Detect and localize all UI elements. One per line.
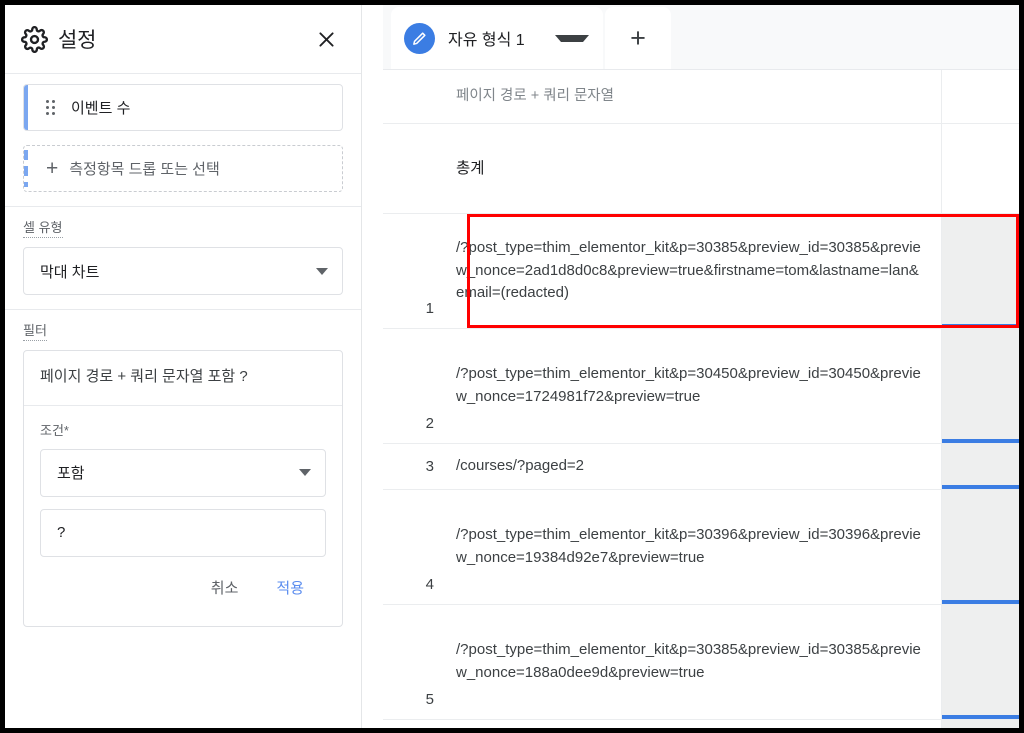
table-header-row: 페이지 경로 + 쿼리 문자열 [383,70,1019,124]
filter-section: 필터 페이지 경로 + 쿼리 문자열 포함 ? 조건* 포함 ? 취소 적용 [5,310,361,641]
metric-chip-event-count[interactable]: 이벤트 수 [23,84,343,131]
plus-icon: + [630,22,646,53]
header-index-cell [383,70,445,123]
apply-button[interactable]: 적용 [266,571,314,604]
add-tab-button[interactable]: + [605,7,671,69]
filter-body: 조건* 포함 ? 취소 적용 [24,406,342,626]
metric-bar [942,600,1019,604]
metric-dropzone[interactable]: + 측정항목 드롭 또는 선택 [23,145,343,192]
filter-actions: 취소 적용 [40,557,326,616]
cell-type-select[interactable]: 막대 차트 [23,247,343,295]
tab-free-form-1[interactable]: 자유 형식 1 [391,7,603,69]
metric-bar [942,324,1019,328]
page-title: 설정 [58,29,97,52]
report-table: 페이지 경로 + 쿼리 문자열 총계 1 /?post_type=thim_el… [383,69,1019,728]
metric-header-cell [941,70,1019,123]
drag-handle-icon[interactable] [46,99,58,116]
report-panel: 자유 형식 1 + 페이지 경로 + 쿼리 문자열 총계 1 /?post_ty… [383,5,1019,728]
row-index: 2 [425,415,434,432]
row-dimension-value[interactable]: /질문답변/?order_by=fn_pid&order_type=asc&vi… [445,720,941,728]
pencil-icon [404,22,435,54]
row-metric-cell [941,214,1019,328]
row-metric-cell [941,490,1019,604]
row-metric-cell [941,329,1019,443]
dropzone-accent-bar [24,150,28,187]
metric-dropzone-label: 측정항목 드롭 또는 선택 [69,161,220,178]
table-row[interactable]: 1 /?post_type=thim_elementor_kit&p=30385… [383,214,1019,329]
table-row[interactable]: 2 /?post_type=thim_elementor_kit&p=30450… [383,329,1019,444]
total-label: 총계 [456,159,485,177]
row-dimension-value[interactable]: /?post_type=thim_elementor_kit&p=30396&p… [445,490,941,604]
total-index-cell [383,124,445,213]
filter-summary-text[interactable]: 페이지 경로 + 쿼리 문자열 포함 ? [24,351,342,406]
table-row[interactable]: 3 /courses/?paged=2 [383,444,1019,490]
metric-accent-bar [24,85,28,130]
table-row[interactable]: 4 /?post_type=thim_elementor_kit&p=30396… [383,490,1019,605]
settings-panel: 설정 이벤트 수 + 측정항목 드롭 또는 선택 셀 유형 막대 차트 필터 페… [5,5,362,728]
chevron-down-icon [299,469,311,476]
filter-condition-value: 포함 [57,465,85,482]
cell-type-section: 셀 유형 막대 차트 [5,207,361,310]
row-index: 3 [425,458,434,475]
metric-bar [942,439,1019,443]
row-metric-cell [941,605,1019,719]
plus-icon: + [46,157,59,180]
chevron-down-icon[interactable] [555,34,589,42]
filter-condition-label: 조건* [40,422,69,438]
table-row[interactable]: 5 /?post_type=thim_elementor_kit&p=30385… [383,605,1019,720]
row-dimension-value[interactable]: /?post_type=thim_elementor_kit&p=30450&p… [445,329,941,443]
cell-type-label: 셀 유형 [23,217,63,238]
chevron-down-icon [316,267,328,275]
cancel-button[interactable]: 취소 [201,571,249,604]
metric-bar [942,715,1019,719]
row-index: 4 [425,576,434,593]
app-window: 설정 이벤트 수 + 측정항목 드롭 또는 선택 셀 유형 막대 차트 필터 페… [0,0,1024,733]
row-index: 6 [383,720,445,728]
row-index: 5 [425,691,434,708]
metric-bar [942,485,1019,489]
cell-type-value: 막대 차트 [40,263,100,281]
table-total-row: 총계 [383,124,1019,214]
table-row[interactable]: 6 /질문답변/?order_by=fn_pid&order_type=asc&… [383,720,1019,728]
metric-chip-label: 이벤트 수 [71,100,131,117]
total-metric-cell [941,124,1019,213]
tab-strip: 자유 형식 1 + [383,5,1019,69]
gear-icon [18,23,50,55]
dimension-header[interactable]: 페이지 경로 + 쿼리 문자열 [445,70,941,123]
tab-label: 자유 형식 1 [448,32,525,49]
filter-value-input[interactable]: ? [40,508,326,557]
row-metric-cell [941,444,1019,489]
row-index: 1 [425,300,434,317]
row-dimension-value[interactable]: /?post_type=thim_elementor_kit&p=30385&p… [445,605,941,719]
filter-condition-select[interactable]: 포함 [40,448,326,497]
row-metric-cell [941,720,1019,728]
metrics-section: 이벤트 수 + 측정항목 드롭 또는 선택 [5,74,361,207]
row-dimension-value[interactable]: /courses/?paged=2 [445,444,941,489]
row-dimension-value[interactable]: /?post_type=thim_elementor_kit&p=30385&p… [445,214,941,328]
settings-scroll-area: 이벤트 수 + 측정항목 드롭 또는 선택 셀 유형 막대 차트 필터 페이지 … [5,74,361,728]
filter-label: 필터 [23,320,47,341]
settings-header: 설정 [5,5,361,74]
filter-card: 페이지 경로 + 쿼리 문자열 포함 ? 조건* 포함 ? 취소 적용 [23,350,343,627]
close-icon[interactable] [311,24,341,54]
